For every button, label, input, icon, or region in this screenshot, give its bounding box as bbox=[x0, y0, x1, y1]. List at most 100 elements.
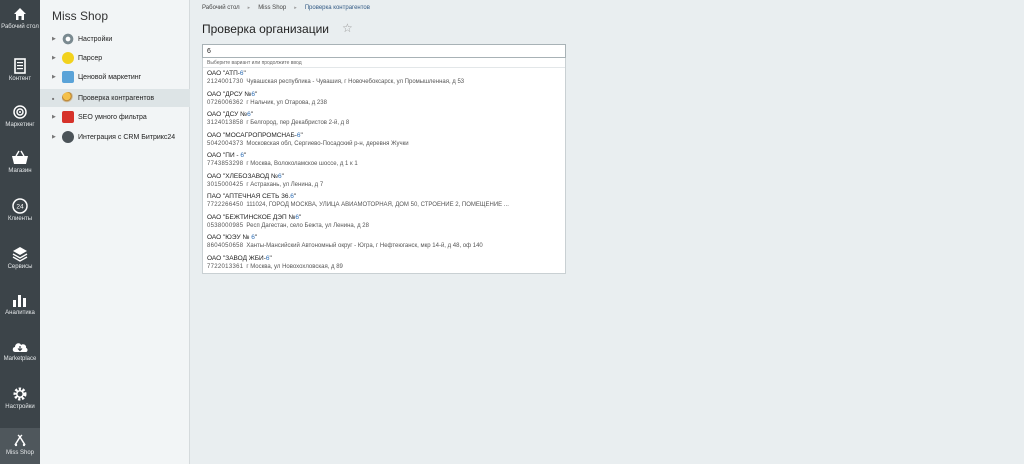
arrow-right-icon[interactable]: ▶ bbox=[52, 134, 57, 140]
rail-item-settings[interactable]: Настройки bbox=[0, 386, 40, 418]
suggestion-item[interactable]: ОАО "ДРСУ №6" 0726006362 г Нальчик, ул От… bbox=[207, 90, 563, 107]
sidebar-item-crm-integration[interactable]: ▶ Интеграция с CRM Битрикс24 bbox=[40, 128, 190, 146]
rail-label: Магазин bbox=[8, 168, 32, 174]
suggestion-details: 0538000985 Респ Дагестан, село Бежта, ул … bbox=[207, 222, 563, 230]
dropdown-hint: Выберите вариант или продолжите ввод bbox=[207, 60, 302, 66]
suggestion-name: ПАО "АПТЕЧНАЯ СЕТЬ 36.6" bbox=[207, 193, 297, 200]
favorite-star-icon[interactable]: ☆ bbox=[342, 21, 353, 35]
shop-icon bbox=[14, 434, 26, 447]
suggestion-address: г Москва, ул Новохохловская, д 89 bbox=[246, 263, 343, 270]
rail-label: Аналитика bbox=[5, 310, 35, 316]
suggestion-address: 111024, ГОРОД МОСКВА, УЛИЦА АВИАМОТОРНАЯ… bbox=[246, 202, 509, 208]
suggestion-inn: 0726006362 bbox=[207, 99, 244, 106]
suggestion-item[interactable]: ОАО "ХЛЕБОЗАВОД №6" 3015000425 г Астрахан… bbox=[207, 172, 563, 189]
organization-search-input[interactable] bbox=[202, 44, 566, 58]
breadcrumb-miss-shop[interactable]: Miss Shop bbox=[258, 5, 286, 11]
rail-item-desktop[interactable]: Рабочий стол bbox=[0, 6, 40, 46]
home-icon bbox=[14, 8, 26, 20]
suggestion-address: г Белгород, пер Декабристов 2-й, д 8 bbox=[246, 120, 350, 126]
breadcrumb-desktop[interactable]: Рабочий стол bbox=[202, 5, 240, 11]
suggestion-item[interactable]: ОАО "ЮЭУ № 6" 8604050658 Ханты-Мансийский… bbox=[207, 233, 563, 250]
rail-label: Рабочий стол bbox=[1, 24, 39, 30]
suggestion-name: ОАО "МОСАГРОПРОМСНАБ-6" bbox=[207, 131, 303, 139]
suggestion-inn: 3124013858 bbox=[207, 120, 244, 126]
main-navigation-rail: Рабочий стол Контент Маркетинг Магазин 2… bbox=[0, 0, 40, 464]
suggestion-inn: 5042004373 bbox=[207, 140, 244, 147]
rail-label: Клиенты bbox=[7, 216, 33, 222]
breadcrumb-separator-icon: ▸ bbox=[294, 5, 297, 11]
rail-label: Marketplace bbox=[3, 356, 37, 362]
suggestion-inn: 2124001730 bbox=[207, 79, 244, 85]
sidebar-item-seo-filter[interactable]: ▶ SEO умного фильтра bbox=[40, 108, 190, 126]
suggestion-address: г Москва, Волоколамское шоссе, д 1 к 1 bbox=[246, 161, 358, 167]
main-content: Рабочий стол ▸ Miss Shop ▸ Проверка контраге… bbox=[191, 0, 1024, 464]
sidebar-item-contractor-check[interactable]: ■ Проверка контрагентов bbox=[40, 89, 190, 107]
rail-item-content[interactable]: Контент bbox=[0, 58, 40, 92]
bar-chart-icon bbox=[13, 295, 26, 307]
arrow-right-icon[interactable]: ▶ bbox=[52, 55, 57, 61]
rail-item-marketplace[interactable]: Marketplace bbox=[0, 340, 40, 370]
sidebar-item-parser[interactable]: ▶ Парсер bbox=[40, 49, 190, 67]
suggestion-details: 3015000425 г Астрахань, ул Ленина, д 7 bbox=[207, 181, 563, 189]
suggestion-details: 8604050658 Ханты-Мансийский Автономный ок… bbox=[207, 242, 563, 250]
suggestion-inn: 3015000425 bbox=[207, 181, 244, 188]
suggestion-item[interactable]: ОАО "БЕЖТИНСКОЕ ДЭП №6" 0538000985 Респ Д… bbox=[207, 213, 563, 230]
gear-icon bbox=[62, 33, 74, 45]
square-bullet-icon: ■ bbox=[52, 95, 55, 101]
suggestion-inn: 7722013361 bbox=[207, 263, 244, 270]
suggestion-address: г Астрахань, ул Ленина, д 7 bbox=[246, 181, 324, 188]
suggestion-name: ОАО "ХЛЕБОЗАВОД №6" bbox=[207, 172, 284, 180]
suggestion-item[interactable]: ПАО "АПТЕЧНАЯ СЕТЬ 36.6" 7722266450 11102… bbox=[207, 192, 563, 209]
suggestion-name: ОАО "ЮЭУ № 6" bbox=[207, 234, 258, 241]
suggestion-name: ОАО "ПИ - 6" bbox=[207, 152, 247, 159]
rail-item-shop[interactable]: Магазин bbox=[0, 150, 40, 182]
rail-label: Настройки bbox=[5, 404, 35, 410]
rail-item-clients[interactable]: 24 Клиенты bbox=[0, 198, 40, 230]
divider bbox=[203, 67, 565, 68]
sidebar-item-settings[interactable]: ▶ Настройки bbox=[40, 30, 190, 48]
suggestions-dropdown: Выберите вариант или продолжите ввод ОАО… bbox=[202, 58, 566, 274]
breadcrumb-separator-icon: ▸ bbox=[247, 5, 251, 11]
sidebar-item-price-marketing[interactable]: ▶ Ценовой маркетинг bbox=[40, 68, 190, 86]
suggestion-name: ОАО "ДРСУ №6" bbox=[207, 90, 258, 98]
rail-item-analytics[interactable]: Аналитика bbox=[0, 292, 40, 322]
suggestion-inn: 8604050658 bbox=[207, 243, 244, 249]
contractor-icon bbox=[62, 92, 74, 104]
suggestion-name: ОАО "ДСУ №6" bbox=[207, 111, 254, 118]
arrow-right-icon[interactable]: ▶ bbox=[52, 74, 57, 80]
parser-icon bbox=[62, 52, 74, 64]
suggestion-details: 0726006362 г Нальчик, ул Отарова, д 238 bbox=[207, 99, 563, 107]
rail-label: Маркетинг bbox=[5, 122, 35, 128]
suggestion-details: 7743853298 г Москва, Волоколамское шоссе,… bbox=[207, 160, 563, 168]
rail-label: Miss Shop bbox=[5, 450, 34, 456]
breadcrumb-current[interactable]: Проверка контрагентов bbox=[305, 5, 370, 11]
breadcrumb: Рабочий стол ▸ Miss Shop ▸ Проверка контраге… bbox=[202, 5, 370, 11]
suggestion-address: Чувашская республика - Чувашия, г Новоче… bbox=[246, 79, 465, 85]
suggestion-item[interactable]: ОАО "ПИ - 6" 7743853298 г Москва, Волокол… bbox=[207, 151, 563, 168]
suggestion-item[interactable]: ОАО "ДСУ №6" 3124013858 г Белгород, пер Д… bbox=[207, 110, 563, 127]
target-icon bbox=[13, 105, 27, 119]
rail-item-miss-shop[interactable]: Miss Shop bbox=[0, 428, 40, 464]
suggestion-inn: 7743853298 bbox=[207, 161, 244, 167]
rail-item-services[interactable]: Сервисы bbox=[0, 246, 40, 276]
price-icon bbox=[62, 71, 74, 83]
rail-label: Контент bbox=[8, 76, 32, 82]
suggestion-item[interactable]: ОАО "ЗАВОД ЖБИ-6" 7722013361 г Москва, ул… bbox=[207, 254, 563, 271]
cart-icon bbox=[12, 150, 28, 164]
suggestion-item[interactable]: ОАО "МОСАГРОПРОМСНАБ-6" 5042004373 Москов… bbox=[207, 131, 563, 148]
sidebar-item-label: Ценовой маркетинг bbox=[78, 73, 142, 81]
rail-item-marketing[interactable]: Маркетинг bbox=[0, 104, 40, 136]
arrow-right-icon[interactable]: ▶ bbox=[52, 36, 57, 42]
rail-label: Сервисы bbox=[7, 264, 33, 270]
suggestion-item[interactable]: ОАО "АТП-6" 2124001730 Чувашская республи… bbox=[207, 69, 563, 86]
suggestion-details: 5042004373 Московская обл, Сергиево-Посад… bbox=[207, 140, 563, 148]
suggestion-details: 7722013361 г Москва, ул Новохохловская, д… bbox=[207, 263, 563, 271]
sidebar-item-label: Интеграция с CRM Битрикс24 bbox=[78, 133, 176, 141]
crm-icon bbox=[62, 131, 74, 143]
suggestion-name: ОАО "БЕЖТИНСКОЕ ДЭП №6" bbox=[207, 213, 302, 221]
suggestion-address: Ханты-Мансийский Автономный округ - Югра… bbox=[246, 243, 483, 249]
layers-icon bbox=[12, 247, 28, 262]
document-icon bbox=[14, 58, 26, 74]
arrow-right-icon[interactable]: ▶ bbox=[52, 114, 57, 120]
clients-icon: 24 bbox=[12, 198, 28, 214]
